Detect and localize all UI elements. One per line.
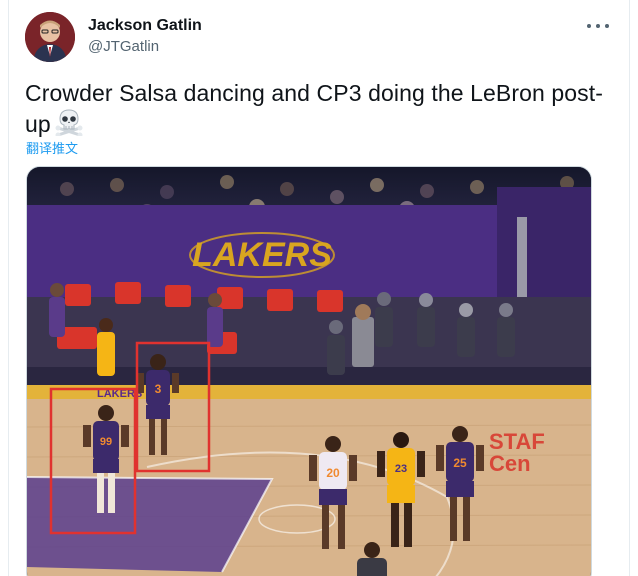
author-info: Jackson Gatlin @JTGatlin — [88, 16, 202, 57]
more-options-icon[interactable] — [587, 18, 609, 34]
svg-text:25: 25 — [453, 456, 467, 470]
user-avatar-icon — [25, 12, 75, 62]
banner-lakers-logo: LAKERS — [192, 236, 332, 274]
sponsor-text-2: Cen — [489, 451, 531, 476]
svg-text:23: 23 — [395, 463, 407, 475]
author-display-name[interactable]: Jackson Gatlin — [88, 16, 202, 36]
tweet-text: Crowder Salsa dancing and CP3 doing the … — [25, 80, 603, 137]
more-dot — [605, 24, 609, 28]
more-dot — [596, 24, 600, 28]
svg-text:3: 3 — [155, 382, 162, 396]
translate-tweet-link[interactable]: 翻译推文 — [26, 138, 78, 157]
tweet-media[interactable]: LAKERS LAKERS STAF Cen 99 3 20 23 25 — [26, 166, 592, 576]
tweet-body: Crowder Salsa dancing and CP3 doing the … — [25, 79, 605, 143]
svg-text:99: 99 — [100, 436, 112, 448]
more-dot — [587, 24, 591, 28]
author-avatar[interactable] — [25, 12, 75, 62]
author-handle[interactable]: @JTGatlin — [88, 37, 202, 57]
basketball-court-image: LAKERS LAKERS STAF Cen 99 3 20 23 25 — [27, 167, 591, 576]
svg-text:20: 20 — [326, 466, 340, 480]
tweet-card: Jackson Gatlin @JTGatlin Crowder Salsa d… — [8, 0, 630, 576]
